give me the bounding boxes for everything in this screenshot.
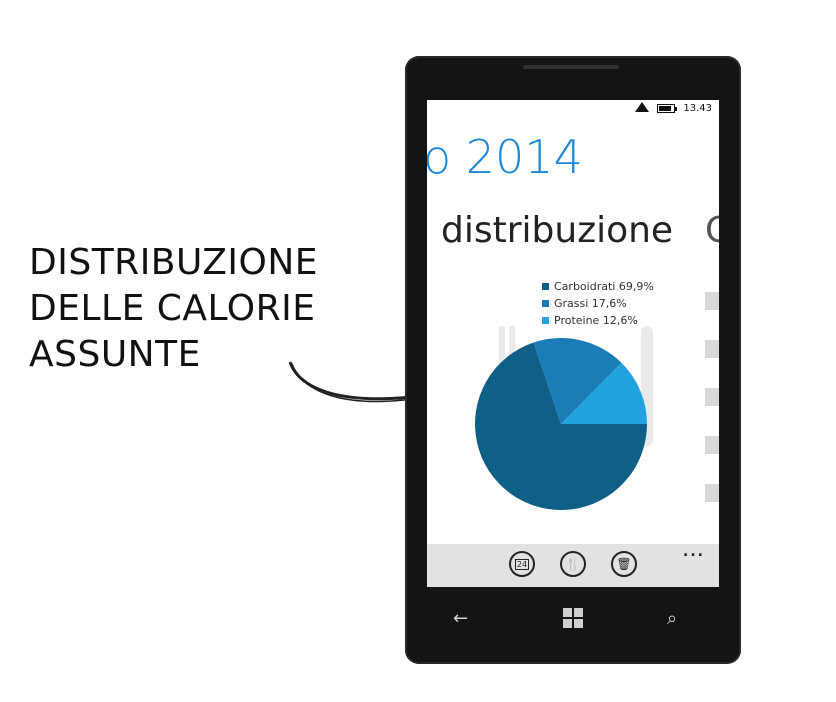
signal-icon <box>635 102 650 115</box>
more-button[interactable]: ... <box>683 544 705 560</box>
calendar-icon: 24 <box>514 558 530 570</box>
side-placeholder <box>705 484 719 502</box>
legend-label: Grassi 17,6% <box>554 297 627 310</box>
pivot-item-next[interactable]: C <box>705 210 719 251</box>
side-placeholder <box>705 340 719 358</box>
phone: 13.43 o 2014 distribuzione C Carboidrati… <box>405 56 741 664</box>
status-time: 13.43 <box>683 103 712 114</box>
calendar-button[interactable]: 24 <box>509 551 535 577</box>
side-placeholder <box>705 436 719 454</box>
fork-knife-icon: 🍴 <box>565 557 581 571</box>
side-placeholder <box>705 292 719 310</box>
pie-chart <box>475 338 647 510</box>
page-title: o 2014 <box>427 130 583 184</box>
start-button[interactable] <box>563 608 583 628</box>
caption-line-2: DELLE CALORIE <box>29 288 316 329</box>
delete-button[interactable]: 🗑 <box>611 551 637 577</box>
search-button[interactable]: ⌕ <box>667 608 677 629</box>
legend-label: Proteine 12,6% <box>554 314 638 327</box>
trash-icon: 🗑 <box>616 557 632 571</box>
screen: 13.43 o 2014 distribuzione C Carboidrati… <box>427 100 719 587</box>
chart-legend: Carboidrati 69,9% Grassi 17,6% Proteine 12… <box>542 278 654 329</box>
caption-line-1: DISTRIBUZIONE <box>29 242 319 283</box>
battery-icon <box>657 104 678 113</box>
legend-label: Carboidrati 69,9% <box>554 280 654 293</box>
side-placeholder <box>705 388 719 406</box>
pivot-item-current[interactable]: distribuzione <box>441 210 673 251</box>
back-button[interactable]: ← <box>453 608 468 629</box>
legend-swatch <box>542 300 549 307</box>
app-bar: 24 🍴 🗑 ... <box>427 544 719 587</box>
legend-item: Proteine 12,6% <box>542 312 654 329</box>
speaker <box>523 65 619 69</box>
meal-button[interactable]: 🍴 <box>560 551 586 577</box>
legend-item: Grassi 17,6% <box>542 295 654 312</box>
status-bar: 13.43 <box>635 102 712 115</box>
legend-swatch <box>542 317 549 324</box>
legend-item: Carboidrati 69,9% <box>542 278 654 295</box>
legend-swatch <box>542 283 549 290</box>
